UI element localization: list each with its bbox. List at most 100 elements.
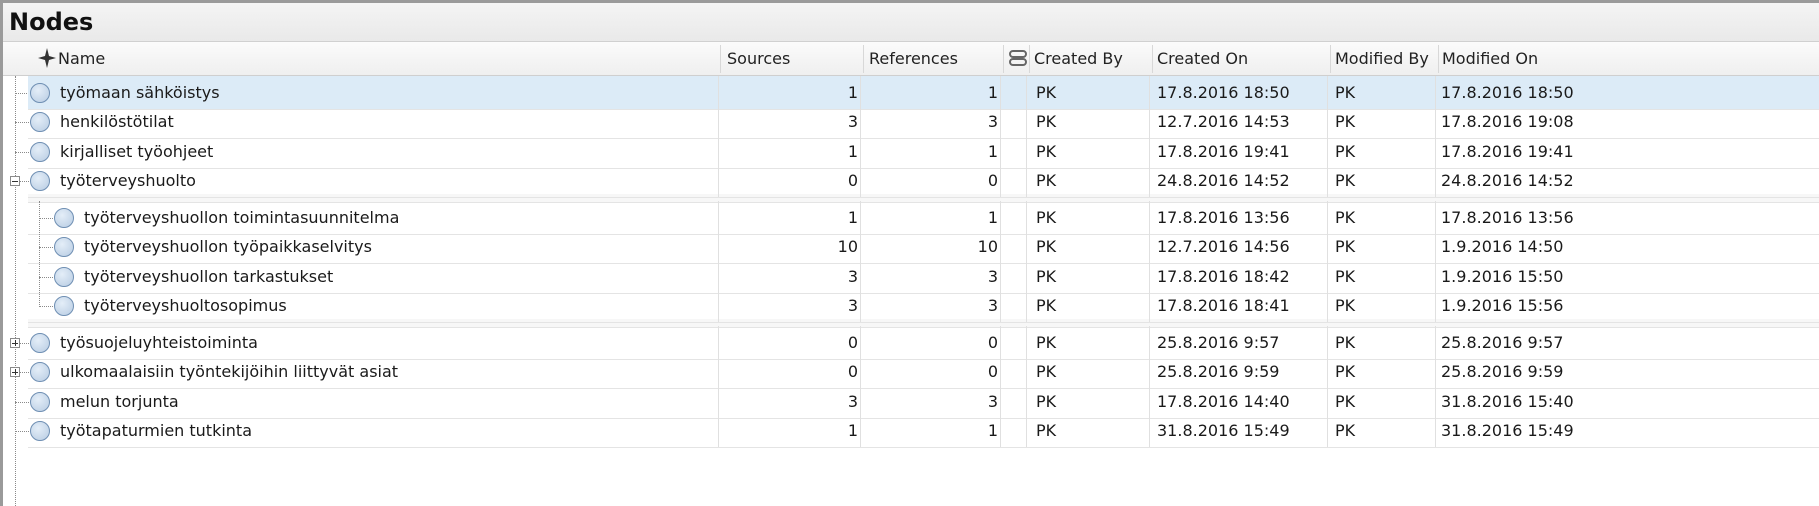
column-header-name[interactable]: Name (58, 42, 105, 75)
column-divider[interactable] (720, 45, 721, 73)
column-divider (860, 164, 861, 197)
column-divider (718, 414, 719, 447)
node-modified-on: 24.8.2016 14:52 (1441, 171, 1574, 190)
column-divider (1327, 355, 1328, 388)
node-icon (30, 171, 50, 191)
node-sources: 3 (847, 296, 858, 315)
column-divider (718, 355, 719, 388)
column-divider (1149, 230, 1150, 263)
column-divider (1000, 105, 1001, 138)
node-modified-by: PK (1335, 171, 1356, 190)
column-header-modified-on[interactable]: Modified On (1442, 42, 1538, 75)
node-modified-on: 25.8.2016 9:59 (1441, 362, 1564, 381)
column-divider (1000, 289, 1001, 322)
node-created-by: PK (1036, 421, 1057, 440)
node-row[interactable]: työterveyshuoltosopimus 3 3 PK 17.8.2016 18:… (28, 289, 1819, 323)
node-modified-by: PK (1335, 237, 1356, 256)
column-divider (1026, 164, 1027, 197)
column-divider[interactable] (1003, 45, 1004, 73)
tree-line (15, 93, 29, 94)
node-sources: 3 (847, 112, 858, 131)
node-row[interactable]: työtapaturmien tutkinta 1 1 PK 31.8.2016 15:… (28, 414, 1819, 448)
node-icon (54, 208, 74, 228)
node-references: 0 (987, 171, 998, 190)
node-modified-on: 1.9.2016 14:50 (1441, 237, 1564, 256)
panel-title-bar: Nodes (3, 3, 1819, 42)
column-divider (1149, 355, 1150, 388)
column-divider[interactable] (1330, 45, 1331, 73)
node-references: 10 (977, 237, 998, 256)
panel-title: Nodes (9, 8, 94, 36)
column-divider[interactable] (863, 45, 864, 73)
node-icon (30, 142, 50, 162)
collapse-icon[interactable] (10, 176, 20, 186)
column-divider (1026, 414, 1027, 447)
node-created-on: 17.8.2016 18:41 (1157, 296, 1290, 315)
column-divider (1435, 289, 1436, 322)
node-created-by: PK (1036, 296, 1057, 315)
node-created-by: PK (1036, 362, 1057, 381)
node-created-by: PK (1036, 112, 1057, 131)
column-divider (1000, 355, 1001, 388)
column-divider (1000, 164, 1001, 197)
expand-icon[interactable] (10, 367, 20, 377)
tree-line (15, 122, 29, 123)
node-icon (30, 421, 50, 441)
node-row[interactable]: työterveyshuollon työpaikkaselvitys 10 10 P… (28, 230, 1819, 264)
column-divider (1149, 414, 1150, 447)
node-name: työterveyshuolto (60, 171, 196, 190)
column-header-references[interactable]: References (869, 42, 958, 75)
column-divider (1435, 164, 1436, 197)
node-row[interactable]: henkilöstötilat 3 3 PK 12.7.2016 14:53 PK 17.8… (28, 105, 1819, 139)
column-header-modified-by[interactable]: Modified By (1335, 42, 1429, 75)
node-references: 1 (987, 421, 998, 440)
tree-line (15, 402, 29, 403)
column-divider (1435, 230, 1436, 263)
tree-line (39, 201, 40, 307)
node-modified-on: 1.9.2016 15:56 (1441, 296, 1564, 315)
column-divider (1327, 230, 1328, 263)
column-divider (1435, 105, 1436, 138)
node-created-on: 12.7.2016 14:56 (1157, 237, 1290, 256)
column-divider (860, 289, 861, 322)
column-divider (1435, 355, 1436, 388)
node-name: työtapaturmien tutkinta (60, 421, 252, 440)
node-sources: 0 (847, 171, 858, 190)
node-name: ulkomaalaisiin työntekijöihin liittyvät … (60, 362, 399, 381)
column-divider (718, 289, 719, 322)
column-divider (1026, 289, 1027, 322)
column-divider (718, 164, 719, 197)
column-divider (1327, 289, 1328, 322)
column-divider (1149, 105, 1150, 138)
column-divider[interactable] (1152, 45, 1153, 73)
node-created-on: 12.7.2016 14:53 (1157, 112, 1290, 131)
column-header-created-by[interactable]: Created By (1034, 42, 1123, 75)
column-divider (1026, 355, 1027, 388)
node-references: 3 (987, 112, 998, 131)
node-icon (30, 83, 50, 103)
column-divider (860, 230, 861, 263)
node-created-on: 25.8.2016 9:59 (1157, 362, 1280, 381)
column-divider (1149, 289, 1150, 322)
node-modified-by: PK (1335, 362, 1356, 381)
column-divider[interactable] (1438, 45, 1439, 73)
node-row[interactable]: työterveyshuolto 0 0 PK 24.8.2016 14:52 PK 24.… (28, 164, 1819, 198)
tree-line (15, 431, 29, 432)
node-icon (30, 392, 50, 412)
column-header-sources[interactable]: Sources (727, 42, 790, 75)
expand-icon[interactable] (10, 338, 20, 348)
column-header-created-on[interactable]: Created On (1157, 42, 1248, 75)
node-created-on: 24.8.2016 14:52 (1157, 171, 1290, 190)
column-divider (1026, 105, 1027, 138)
node-row[interactable]: ulkomaalaisiin työntekijöihin liittyvät … (28, 355, 1819, 389)
pin-icon[interactable] (36, 46, 58, 74)
column-header: Name Sources References Created By Creat… (3, 42, 1819, 76)
node-modified-on: 17.8.2016 19:08 (1441, 112, 1574, 131)
node-modified-by: PK (1335, 112, 1356, 131)
node-icon (30, 112, 50, 132)
node-modified-on: 31.8.2016 15:49 (1441, 421, 1574, 440)
chain-link-icon[interactable] (1008, 48, 1028, 72)
tree-line (15, 76, 16, 506)
column-divider[interactable] (1029, 45, 1030, 73)
column-divider (718, 105, 719, 138)
